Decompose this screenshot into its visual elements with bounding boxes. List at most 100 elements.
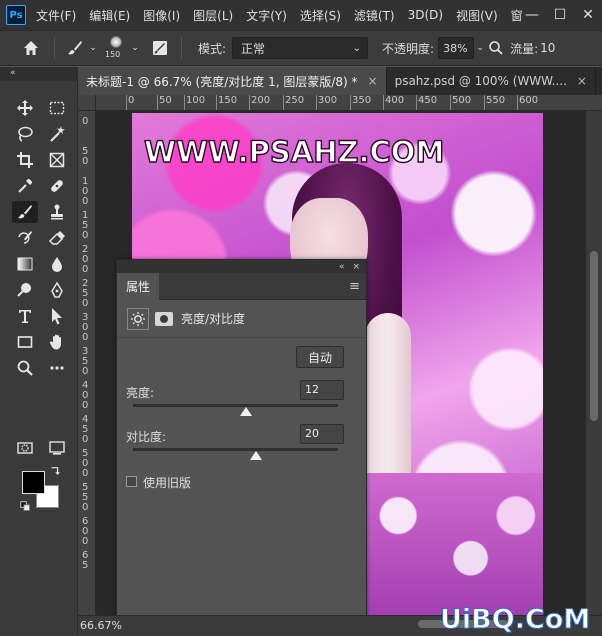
eyedropper-icon[interactable] xyxy=(12,175,38,197)
screen-mode-icon[interactable] xyxy=(44,437,70,459)
ruler-tick: 0 xyxy=(82,400,89,411)
vertical-scrollbar[interactable] xyxy=(586,111,602,615)
brightness-contrast-icon[interactable] xyxy=(127,307,149,330)
chevron-down-icon[interactable]: ⌄ xyxy=(129,43,141,53)
rectangle-tool-icon[interactable] xyxy=(12,331,38,353)
contrast-slider-track[interactable] xyxy=(133,448,338,451)
tab-label: psahz.psd @ 100% (WWW.... xyxy=(394,74,567,88)
layer-mask-icon[interactable] xyxy=(155,311,173,326)
brush-tool-icon[interactable] xyxy=(63,39,87,57)
separator xyxy=(54,37,55,59)
gradient-tool-icon[interactable] xyxy=(12,253,38,275)
ruler-tick: 0 xyxy=(82,536,89,547)
tab-label: 未标题-1 @ 66.7% (亮度/对比度 1, 图层蒙版/8) * xyxy=(86,74,358,89)
zoom-level[interactable]: 66.67% xyxy=(80,619,122,632)
flow-input[interactable]: 10 xyxy=(540,41,555,55)
tab-psahz[interactable]: psahz.psd @ 100% (WWW.... × xyxy=(387,67,596,95)
chevron-down-icon[interactable]: ⌄ xyxy=(87,43,99,53)
ruler-tick: 600 xyxy=(516,95,539,110)
contrast-input[interactable]: 20 xyxy=(300,424,344,444)
minimize-button[interactable]: — xyxy=(518,7,546,23)
panel-collapse-icon[interactable]: « xyxy=(0,67,78,81)
home-icon[interactable] xyxy=(16,39,46,57)
menu-filter[interactable]: 滤镜(T) xyxy=(354,7,395,24)
ruler-tick: 0 xyxy=(82,434,89,445)
ruler-tick: 0 xyxy=(82,196,89,207)
brightness-label: 亮度: xyxy=(126,386,155,400)
close-button[interactable]: ✕ xyxy=(574,7,602,23)
brush-preset-picker[interactable]: 150 xyxy=(103,33,129,63)
brush-settings-icon[interactable] xyxy=(147,39,173,57)
swap-colors-icon[interactable] xyxy=(48,465,62,479)
tab-properties[interactable]: 属性 xyxy=(117,272,160,300)
panel-menu-icon[interactable]: ≡ xyxy=(349,279,360,294)
default-colors-icon[interactable] xyxy=(18,499,32,513)
path-selection-icon[interactable] xyxy=(44,305,70,327)
zoom-tool-icon[interactable] xyxy=(12,357,38,379)
magic-wand-icon[interactable] xyxy=(44,123,70,145)
brush-size-label: 150 xyxy=(105,50,121,59)
ruler-tick: 0 xyxy=(125,95,135,110)
brightness-input[interactable]: 12 xyxy=(300,380,344,400)
horizontal-ruler: 0 50 100 150 200 250 300 350 400 450 500… xyxy=(96,95,602,111)
eraser-icon[interactable] xyxy=(44,227,70,249)
clone-stamp-icon[interactable] xyxy=(44,201,70,223)
menu-edit[interactable]: 编辑(E) xyxy=(89,7,130,24)
auto-button[interactable]: 自动 xyxy=(296,346,344,368)
maximize-button[interactable]: ☐ xyxy=(546,7,574,23)
menu-3d[interactable]: 3D(D) xyxy=(408,8,443,22)
contrast-label: 对比度: xyxy=(126,430,167,444)
chevron-down-icon[interactable]: ⌄ xyxy=(474,43,486,53)
crop-tool-icon[interactable] xyxy=(12,149,38,171)
ruler-tick: 0 xyxy=(82,116,89,127)
foreground-color-swatch[interactable] xyxy=(22,471,45,494)
ruler-tick: 300 xyxy=(315,95,338,110)
menu-layer[interactable]: 图层(L) xyxy=(193,7,233,24)
healing-brush-icon[interactable] xyxy=(44,175,70,197)
menu-select[interactable]: 选择(S) xyxy=(300,7,341,24)
close-icon[interactable]: × xyxy=(368,74,378,88)
quick-mask-icon[interactable] xyxy=(12,437,38,459)
history-brush-icon[interactable] xyxy=(12,227,38,249)
brush-tool-icon[interactable] xyxy=(12,201,38,223)
use-legacy-checkbox[interactable] xyxy=(126,476,137,487)
photo-flowers xyxy=(362,473,543,615)
adjustment-title: 亮度/对比度 xyxy=(181,312,246,326)
move-tool-icon[interactable] xyxy=(12,97,38,119)
ruler-tick: 0 xyxy=(82,264,89,275)
type-tool-icon[interactable] xyxy=(12,305,38,327)
document-tabs: 未标题-1 @ 66.7% (亮度/对比度 1, 图层蒙版/8) * × psa… xyxy=(78,67,602,95)
pen-tool-icon[interactable] xyxy=(44,279,70,301)
lasso-tool-icon[interactable] xyxy=(12,123,38,145)
menu-type[interactable]: 文字(Y) xyxy=(246,7,287,24)
ruler-tick: 450 xyxy=(415,95,438,110)
collapse-icon[interactable]: « xyxy=(339,262,345,272)
dodge-tool-icon[interactable] xyxy=(12,279,38,301)
properties-header: 属性 ≡ xyxy=(117,272,366,300)
blend-mode-select[interactable]: 正常 ⌄ xyxy=(232,37,369,59)
scroll-thumb[interactable] xyxy=(590,251,598,421)
pressure-opacity-icon[interactable] xyxy=(486,40,506,56)
chevron-down-icon: ⌄ xyxy=(352,42,362,54)
menu-image[interactable]: 图像(I) xyxy=(143,7,180,24)
close-icon[interactable]: × xyxy=(352,262,360,272)
hand-tool-icon[interactable] xyxy=(44,331,70,353)
opacity-input[interactable]: 38% xyxy=(438,37,475,59)
site-watermark: UiBQ.CoM xyxy=(439,604,591,636)
brightness-slider-track[interactable] xyxy=(133,404,338,407)
ruler-tick: 500 xyxy=(449,95,472,110)
more-tools-icon[interactable] xyxy=(44,357,70,379)
ruler-tick: 0 xyxy=(82,230,89,241)
brightness-slider-thumb[interactable] xyxy=(239,407,252,416)
close-icon[interactable]: × xyxy=(577,74,587,88)
contrast-slider-thumb[interactable] xyxy=(250,451,262,460)
marquee-tool-icon[interactable] xyxy=(44,97,70,119)
tab-untitled-1[interactable]: 未标题-1 @ 66.7% (亮度/对比度 1, 图层蒙版/8) * × xyxy=(78,67,387,95)
menu-view[interactable]: 视图(V) xyxy=(456,7,498,24)
menu-file[interactable]: 文件(F) xyxy=(36,7,76,24)
frame-tool-icon[interactable] xyxy=(44,149,70,171)
ruler-tick: 100 xyxy=(183,95,206,110)
blur-tool-icon[interactable] xyxy=(44,253,70,275)
ruler-tick: 200 xyxy=(248,95,271,110)
ruler-tick: 0 xyxy=(82,156,89,167)
